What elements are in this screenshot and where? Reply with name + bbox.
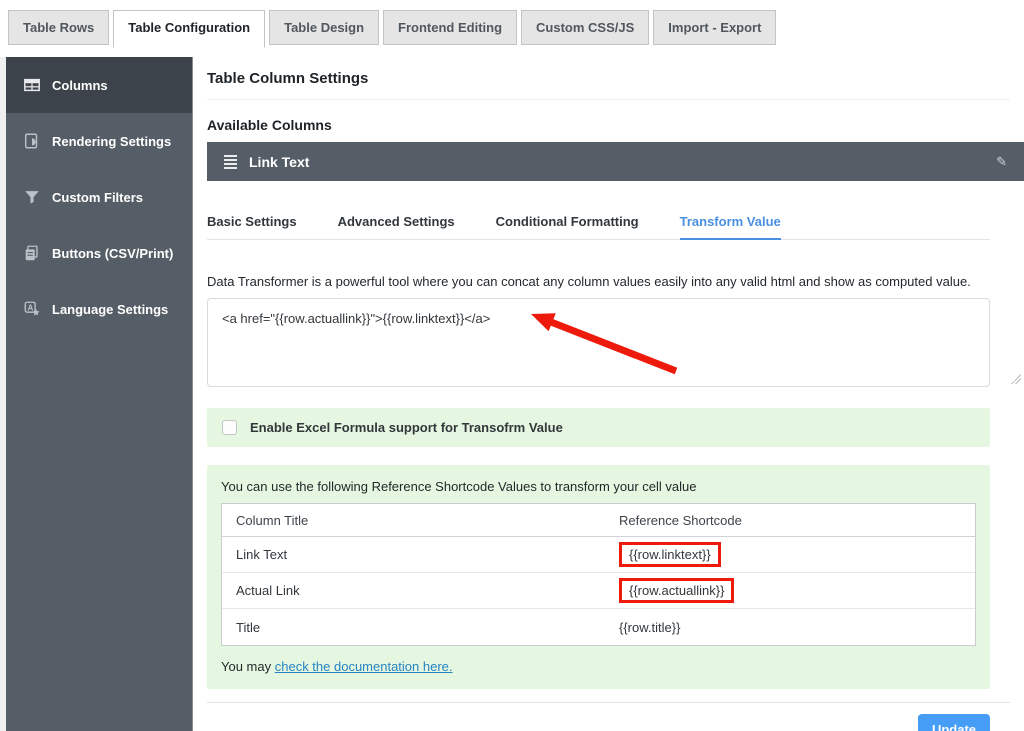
- resize-grip-icon[interactable]: [1011, 374, 1021, 384]
- tab-frontend-editing[interactable]: Frontend Editing: [383, 10, 517, 45]
- sidebar-item-columns[interactable]: Columns: [6, 57, 192, 113]
- table-row: Title {{row.title}}: [222, 609, 975, 645]
- reference-shortcode-header: Reference Shortcode: [619, 513, 742, 528]
- update-button[interactable]: Update: [918, 714, 990, 731]
- tab-custom-css-js[interactable]: Custom CSS/JS: [521, 10, 649, 45]
- copy-pages-icon: [23, 244, 41, 262]
- sidebar-item-label: Rendering Settings: [52, 134, 171, 149]
- transform-code-wrap: <a href="{{row.actuallink}}">{{row.linkt…: [207, 298, 1024, 387]
- sidebar-item-label: Custom Filters: [52, 190, 143, 205]
- filter-icon: [23, 188, 41, 206]
- settings-sidebar: Columns Rendering Settings Custom Filter…: [6, 57, 193, 731]
- reference-shortcode-box: You can use the following Reference Shor…: [207, 465, 990, 689]
- sidebar-item-custom-filters[interactable]: Custom Filters: [6, 169, 192, 225]
- pencil-icon[interactable]: ✎: [996, 154, 1007, 170]
- transform-value-input[interactable]: <a href="{{row.actuallink}}">{{row.linkt…: [207, 298, 990, 387]
- tab-basic-settings[interactable]: Basic Settings: [207, 214, 297, 239]
- tab-table-design[interactable]: Table Design: [269, 10, 379, 45]
- row-shortcode-highlighted: {{row.linktext}}: [619, 542, 721, 567]
- sidebar-item-language-settings[interactable]: A Language Settings: [6, 281, 192, 337]
- reference-table-header: Column Title Reference Shortcode: [222, 504, 975, 537]
- table-row: Link Text {{row.linktext}}: [222, 537, 975, 573]
- column-title-header: Column Title: [236, 513, 619, 528]
- sidebar-item-label: Columns: [52, 78, 108, 93]
- rendering-icon: [23, 132, 41, 150]
- main-content: Table Column Settings Available Columns …: [193, 57, 1024, 731]
- column-settings-tabs: Basic Settings Advanced Settings Conditi…: [207, 214, 990, 240]
- sidebar-item-buttons-csv-print[interactable]: Buttons (CSV/Print): [6, 225, 192, 281]
- svg-text:A: A: [28, 303, 34, 312]
- documentation-note-prefix: You may: [221, 659, 275, 674]
- translate-icon: A: [23, 300, 41, 318]
- excel-formula-label: Enable Excel Formula support for Transof…: [250, 420, 563, 435]
- documentation-link[interactable]: check the documentation here.: [275, 659, 453, 674]
- reference-intro: You can use the following Reference Shor…: [221, 479, 976, 494]
- row-shortcode-highlighted: {{row.actuallink}}: [619, 578, 734, 603]
- tab-import-export[interactable]: Import - Export: [653, 10, 776, 45]
- table-row: Actual Link {{row.actuallink}}: [222, 573, 975, 609]
- tab-table-configuration[interactable]: Table Configuration: [113, 10, 265, 48]
- available-columns-heading: Available Columns: [207, 117, 1024, 133]
- page-title: Table Column Settings: [207, 70, 1010, 100]
- tab-conditional-formatting[interactable]: Conditional Formatting: [496, 214, 639, 239]
- column-panel-title: Link Text: [249, 154, 309, 170]
- tab-advanced-settings[interactable]: Advanced Settings: [338, 214, 455, 239]
- excel-formula-option: Enable Excel Formula support for Transof…: [207, 408, 990, 447]
- drag-handle-icon[interactable]: [224, 155, 237, 169]
- row-column-title: Actual Link: [236, 583, 619, 598]
- excel-formula-checkbox[interactable]: [222, 420, 237, 435]
- transform-description: Data Transformer is a powerful tool wher…: [207, 274, 1024, 289]
- footer-divider: [207, 702, 1010, 703]
- sidebar-item-rendering-settings[interactable]: Rendering Settings: [6, 113, 192, 169]
- table-icon: [23, 76, 41, 94]
- row-column-title: Title: [236, 620, 619, 635]
- row-column-title: Link Text: [236, 547, 619, 562]
- column-panel-header[interactable]: Link Text ✎: [207, 142, 1024, 181]
- tab-transform-value[interactable]: Transform Value: [680, 214, 781, 240]
- documentation-note: You may check the documentation here.: [221, 659, 976, 674]
- sidebar-item-label: Language Settings: [52, 302, 168, 317]
- reference-table: Column Title Reference Shortcode Link Te…: [221, 503, 976, 646]
- row-shortcode: {{row.title}}: [619, 620, 680, 635]
- update-row: Update: [207, 714, 990, 731]
- sidebar-item-label: Buttons (CSV/Print): [52, 246, 173, 261]
- tab-table-rows[interactable]: Table Rows: [8, 10, 109, 45]
- top-tab-bar: Table Rows Table Configuration Table Des…: [0, 0, 1024, 57]
